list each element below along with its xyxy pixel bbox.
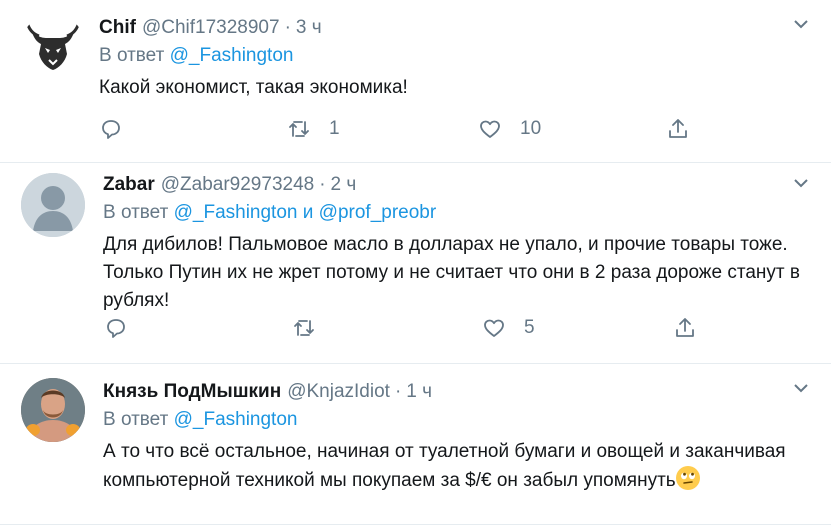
tweet-text: А то что всё остальное, начиная от туале…: [103, 438, 811, 495]
default-profile-icon: [21, 173, 85, 237]
share-icon: [669, 119, 687, 138]
tweet-timestamp[interactable]: 2 ч: [331, 173, 357, 197]
reply-context: В ответ @_Fashington: [103, 408, 811, 432]
share-button[interactable]: [673, 316, 697, 340]
reply-mention-2[interactable]: @prof_preobr: [319, 202, 437, 223]
share-button[interactable]: [666, 117, 690, 141]
tweet-1[interactable]: Chif @Chif17328907 · 3 ч В ответ @_Fashi…: [0, 0, 831, 163]
heart-icon: [480, 120, 500, 138]
separator-dot: ·: [284, 17, 291, 38]
share-icon: [676, 318, 694, 337]
like-button[interactable]: 5: [482, 316, 535, 340]
author-handle[interactable]: @Zabar92973248: [161, 173, 314, 197]
retweet-icon: [294, 320, 314, 336]
reply-button[interactable]: [104, 316, 146, 340]
reply-and: и: [302, 202, 314, 223]
author-name[interactable]: Князь ПодМышкин: [103, 380, 281, 404]
author-handle[interactable]: @KnjazIdiot: [287, 380, 390, 404]
bull-skull-logo: [21, 14, 85, 78]
tweet-3[interactable]: Князь ПодМышкин @KnjazIdiot · 1 ч В отве…: [0, 364, 831, 525]
avatar-default[interactable]: [21, 173, 85, 237]
profile-photo: [21, 378, 85, 442]
avatar-chif[interactable]: [21, 14, 85, 78]
retweet-button[interactable]: [292, 316, 334, 340]
like-count: 5: [524, 317, 535, 338]
reply-icon: [102, 120, 120, 139]
heart-icon: [484, 319, 504, 337]
reply-mention[interactable]: @_Fashington: [174, 409, 298, 430]
tweet-text: Какой экономист, такая экономика!: [99, 77, 408, 98]
reply-context: В ответ @_Fashington и @prof_preobr: [103, 201, 811, 225]
like-count: 10: [520, 118, 542, 139]
retweet-button[interactable]: 1: [287, 117, 340, 141]
separator-dot: ·: [394, 381, 402, 402]
rolling-eyes-emoji-icon: [675, 466, 700, 490]
author-name[interactable]: Chif: [99, 16, 136, 40]
separator-dot: ·: [319, 174, 326, 195]
like-button[interactable]: 10: [478, 117, 541, 141]
retweet-count: 1: [329, 118, 340, 139]
reply-context: В ответ @_Fashington: [99, 44, 811, 68]
tweet-timestamp[interactable]: 1 ч: [406, 380, 432, 404]
reply-prefix: В ответ: [103, 202, 169, 223]
author-name[interactable]: Zabar: [103, 173, 155, 197]
reply-mention[interactable]: @_Fashington: [170, 45, 294, 66]
tweet-2[interactable]: Zabar @Zabar92973248 · 2 ч В ответ @_Fas…: [0, 163, 831, 364]
reply-icon: [107, 319, 125, 338]
retweet-icon: [289, 121, 309, 137]
reply-prefix: В ответ: [103, 409, 169, 430]
reply-mention[interactable]: @_Fashington: [174, 202, 298, 223]
tweet-text: Для дибилов! Пальмовое масло в долларах …: [103, 234, 800, 311]
reply-button[interactable]: [99, 117, 141, 141]
tweet-timestamp[interactable]: 3 ч: [296, 16, 322, 40]
reply-prefix: В ответ: [99, 45, 165, 66]
author-handle[interactable]: @Chif17328907: [142, 16, 280, 40]
avatar-knjaz[interactable]: [21, 378, 85, 442]
